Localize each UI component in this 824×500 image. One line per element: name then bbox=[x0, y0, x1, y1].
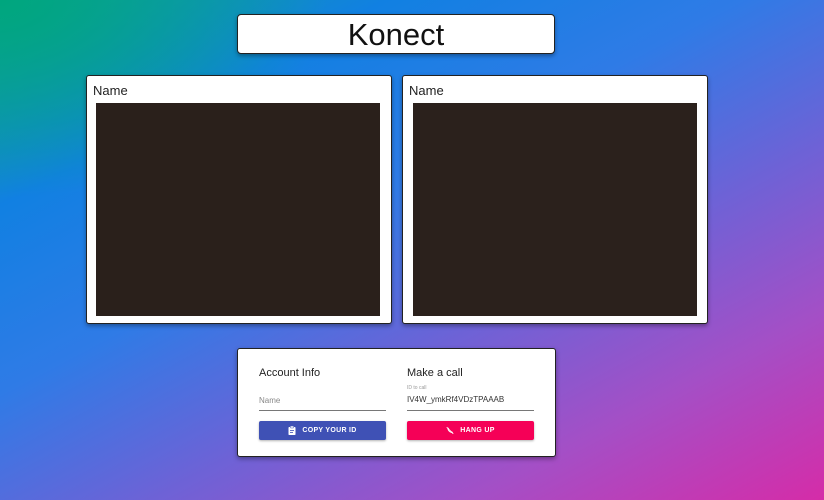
local-video-card: Name bbox=[86, 75, 392, 324]
app-title: Konect bbox=[347, 16, 445, 52]
name-field bbox=[259, 390, 386, 411]
local-video bbox=[96, 103, 380, 316]
id-to-call-field: ID to call bbox=[407, 385, 534, 411]
id-to-call-input[interactable] bbox=[407, 395, 532, 404]
hang-up-button[interactable]: HANG UP bbox=[407, 421, 534, 440]
remote-video bbox=[413, 103, 697, 316]
name-input[interactable] bbox=[259, 396, 384, 405]
remote-video-name: Name bbox=[409, 83, 444, 98]
call-options-panel: Account Info COPY YOUR ID Make a call ID… bbox=[237, 348, 556, 457]
local-video-name: Name bbox=[93, 83, 128, 98]
phone-off-icon bbox=[446, 426, 454, 435]
remote-video-card: Name bbox=[402, 75, 708, 324]
account-info-title: Account Info bbox=[259, 367, 321, 379]
app-title-box: Konect bbox=[237, 14, 555, 54]
id-to-call-label: ID to call bbox=[407, 385, 427, 391]
clipboard-icon bbox=[288, 426, 296, 435]
copy-id-button[interactable]: COPY YOUR ID bbox=[259, 421, 386, 440]
hang-up-label: HANG UP bbox=[460, 427, 495, 434]
copy-id-label: COPY YOUR ID bbox=[302, 427, 357, 434]
make-call-title: Make a call bbox=[407, 367, 463, 379]
